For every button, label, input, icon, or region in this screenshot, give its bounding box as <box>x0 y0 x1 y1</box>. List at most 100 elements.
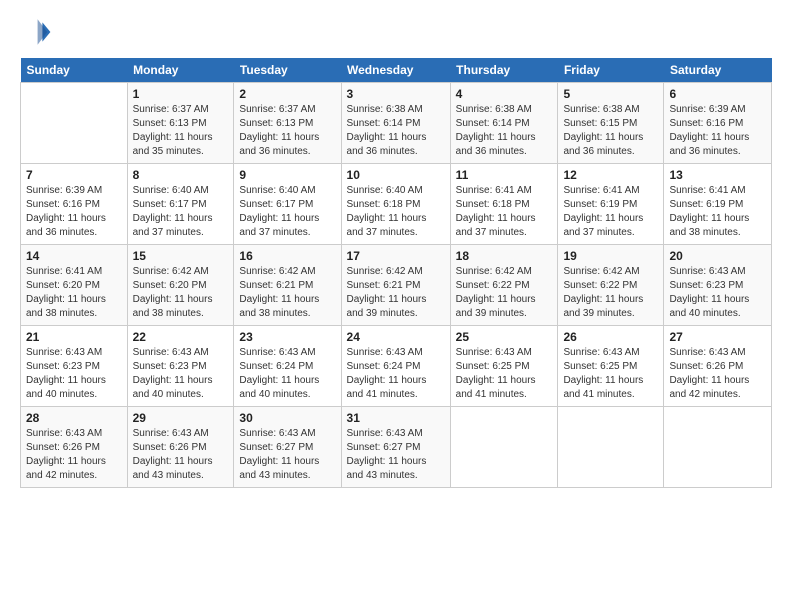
day-info: Sunrise: 6:40 AM Sunset: 6:18 PM Dayligh… <box>347 184 445 240</box>
calendar-table: SundayMondayTuesdayWednesdayThursdayFrid… <box>20 58 772 488</box>
calendar-cell: 7Sunrise: 6:39 AM Sunset: 6:16 PM Daylig… <box>21 164 128 245</box>
day-number: 21 <box>26 330 122 344</box>
day-info: Sunrise: 6:42 AM Sunset: 6:21 PM Dayligh… <box>347 265 445 321</box>
day-info: Sunrise: 6:42 AM Sunset: 6:20 PM Dayligh… <box>133 265 229 321</box>
day-info: Sunrise: 6:38 AM Sunset: 6:14 PM Dayligh… <box>347 103 445 159</box>
week-row-2: 7Sunrise: 6:39 AM Sunset: 6:16 PM Daylig… <box>21 164 772 245</box>
day-info: Sunrise: 6:43 AM Sunset: 6:23 PM Dayligh… <box>26 346 122 402</box>
calendar-cell: 31 Sunrise: 6:43 AM Sunset: 6:27 PM Dayli… <box>341 407 450 488</box>
day-info: Sunrise: 6:38 AM Sunset: 6:14 PM Dayligh… <box>456 103 553 159</box>
calendar-cell: 9 Sunrise: 6:40 AM Sunset: 6:17 PM Daylig… <box>234 164 341 245</box>
day-info: Sunrise: 6:43 AM Sunset: 6:27 PM Dayligh… <box>239 427 335 483</box>
day-info: Sunrise: 6:39 AM Sunset: 6:16 PM Dayligh… <box>669 103 766 159</box>
day-number: 17 <box>347 249 445 263</box>
day-info: Sunrise: 6:43 AM Sunset: 6:26 PM Dayligh… <box>133 427 229 483</box>
day-number: 19 <box>563 249 658 263</box>
day-number: 4 <box>456 87 553 101</box>
header <box>20 16 772 48</box>
logo <box>20 16 56 48</box>
calendar-cell: 29Sunrise: 6:43 AM Sunset: 6:26 PM Dayli… <box>127 407 234 488</box>
day-number: 12 <box>563 168 658 182</box>
header-row: SundayMondayTuesdayWednesdayThursdayFrid… <box>21 58 772 83</box>
day-info: Sunrise: 6:43 AM Sunset: 6:23 PM Dayligh… <box>133 346 229 402</box>
header-day-tuesday: Tuesday <box>234 58 341 83</box>
calendar-cell: 15Sunrise: 6:42 AM Sunset: 6:20 PM Dayli… <box>127 245 234 326</box>
calendar-cell: 11 Sunrise: 6:41 AM Sunset: 6:18 PM Dayli… <box>450 164 558 245</box>
header-day-saturday: Saturday <box>664 58 772 83</box>
calendar-cell: 6 Sunrise: 6:39 AM Sunset: 6:16 PM Daylig… <box>664 83 772 164</box>
day-info: Sunrise: 6:43 AM Sunset: 6:25 PM Dayligh… <box>456 346 553 402</box>
header-day-sunday: Sunday <box>21 58 128 83</box>
calendar-cell: 30 Sunrise: 6:43 AM Sunset: 6:27 PM Dayli… <box>234 407 341 488</box>
calendar-cell <box>21 83 128 164</box>
calendar-cell: 18Sunrise: 6:42 AM Sunset: 6:22 PM Dayli… <box>450 245 558 326</box>
day-info: Sunrise: 6:42 AM Sunset: 6:21 PM Dayligh… <box>239 265 335 321</box>
calendar-cell: 3 Sunrise: 6:38 AM Sunset: 6:14 PM Daylig… <box>341 83 450 164</box>
day-number: 1 <box>133 87 229 101</box>
day-number: 10 <box>347 168 445 182</box>
day-number: 28 <box>26 411 122 425</box>
day-info: Sunrise: 6:43 AM Sunset: 6:24 PM Dayligh… <box>347 346 445 402</box>
day-number: 9 <box>239 168 335 182</box>
day-number: 14 <box>26 249 122 263</box>
day-info: Sunrise: 6:41 AM Sunset: 6:20 PM Dayligh… <box>26 265 122 321</box>
calendar-cell: 14 Sunrise: 6:41 AM Sunset: 6:20 PM Dayli… <box>21 245 128 326</box>
calendar-cell: 2Sunrise: 6:37 AM Sunset: 6:13 PM Daylig… <box>234 83 341 164</box>
week-row-4: 21 Sunrise: 6:43 AM Sunset: 6:23 PM Dayli… <box>21 326 772 407</box>
logo-icon <box>20 16 52 48</box>
day-info: Sunrise: 6:43 AM Sunset: 6:25 PM Dayligh… <box>563 346 658 402</box>
calendar-cell: 25 Sunrise: 6:43 AM Sunset: 6:25 PM Dayli… <box>450 326 558 407</box>
calendar-cell <box>450 407 558 488</box>
day-info: Sunrise: 6:39 AM Sunset: 6:16 PM Dayligh… <box>26 184 122 240</box>
header-day-wednesday: Wednesday <box>341 58 450 83</box>
day-number: 26 <box>563 330 658 344</box>
day-info: Sunrise: 6:43 AM Sunset: 6:27 PM Dayligh… <box>347 427 445 483</box>
day-number: 24 <box>347 330 445 344</box>
day-number: 20 <box>669 249 766 263</box>
calendar-cell: 27 Sunrise: 6:43 AM Sunset: 6:26 PM Dayli… <box>664 326 772 407</box>
day-number: 18 <box>456 249 553 263</box>
day-info: Sunrise: 6:42 AM Sunset: 6:22 PM Dayligh… <box>563 265 658 321</box>
day-number: 8 <box>133 168 229 182</box>
calendar-cell: 21 Sunrise: 6:43 AM Sunset: 6:23 PM Dayli… <box>21 326 128 407</box>
calendar-cell <box>664 407 772 488</box>
day-number: 22 <box>133 330 229 344</box>
header-day-friday: Friday <box>558 58 664 83</box>
calendar-cell: 13Sunrise: 6:41 AM Sunset: 6:19 PM Dayli… <box>664 164 772 245</box>
day-number: 11 <box>456 168 553 182</box>
header-day-thursday: Thursday <box>450 58 558 83</box>
day-info: Sunrise: 6:41 AM Sunset: 6:18 PM Dayligh… <box>456 184 553 240</box>
day-number: 25 <box>456 330 553 344</box>
calendar-cell: 28Sunrise: 6:43 AM Sunset: 6:26 PM Dayli… <box>21 407 128 488</box>
day-number: 27 <box>669 330 766 344</box>
calendar-cell: 10 Sunrise: 6:40 AM Sunset: 6:18 PM Dayli… <box>341 164 450 245</box>
day-number: 30 <box>239 411 335 425</box>
calendar-cell: 1 Sunrise: 6:37 AM Sunset: 6:13 PM Daylig… <box>127 83 234 164</box>
day-info: Sunrise: 6:41 AM Sunset: 6:19 PM Dayligh… <box>669 184 766 240</box>
day-number: 16 <box>239 249 335 263</box>
day-info: Sunrise: 6:43 AM Sunset: 6:23 PM Dayligh… <box>669 265 766 321</box>
week-row-1: 1 Sunrise: 6:37 AM Sunset: 6:13 PM Daylig… <box>21 83 772 164</box>
calendar-cell: 26 Sunrise: 6:43 AM Sunset: 6:25 PM Dayli… <box>558 326 664 407</box>
day-number: 31 <box>347 411 445 425</box>
day-info: Sunrise: 6:40 AM Sunset: 6:17 PM Dayligh… <box>239 184 335 240</box>
day-number: 2 <box>239 87 335 101</box>
calendar-cell <box>558 407 664 488</box>
day-info: Sunrise: 6:37 AM Sunset: 6:13 PM Dayligh… <box>133 103 229 159</box>
page: SundayMondayTuesdayWednesdayThursdayFrid… <box>0 0 792 612</box>
calendar-cell: 8 Sunrise: 6:40 AM Sunset: 6:17 PM Daylig… <box>127 164 234 245</box>
week-row-3: 14 Sunrise: 6:41 AM Sunset: 6:20 PM Dayli… <box>21 245 772 326</box>
day-number: 6 <box>669 87 766 101</box>
calendar-cell: 19 Sunrise: 6:42 AM Sunset: 6:22 PM Dayli… <box>558 245 664 326</box>
calendar-cell: 4 Sunrise: 6:38 AM Sunset: 6:14 PM Daylig… <box>450 83 558 164</box>
calendar-cell: 5Sunrise: 6:38 AM Sunset: 6:15 PM Daylig… <box>558 83 664 164</box>
day-info: Sunrise: 6:43 AM Sunset: 6:24 PM Dayligh… <box>239 346 335 402</box>
calendar-cell: 16 Sunrise: 6:42 AM Sunset: 6:21 PM Dayli… <box>234 245 341 326</box>
day-number: 3 <box>347 87 445 101</box>
day-info: Sunrise: 6:38 AM Sunset: 6:15 PM Dayligh… <box>563 103 658 159</box>
day-info: Sunrise: 6:43 AM Sunset: 6:26 PM Dayligh… <box>669 346 766 402</box>
calendar-cell: 23Sunrise: 6:43 AM Sunset: 6:24 PM Dayli… <box>234 326 341 407</box>
calendar-cell: 12Sunrise: 6:41 AM Sunset: 6:19 PM Dayli… <box>558 164 664 245</box>
calendar-cell: 22 Sunrise: 6:43 AM Sunset: 6:23 PM Dayli… <box>127 326 234 407</box>
day-info: Sunrise: 6:40 AM Sunset: 6:17 PM Dayligh… <box>133 184 229 240</box>
